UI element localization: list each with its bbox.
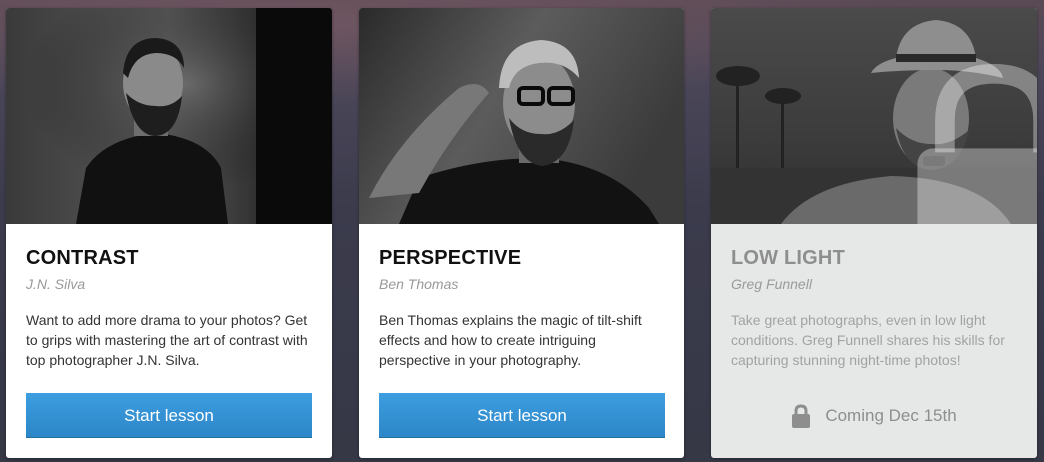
lesson-card-perspective: PERSPECTIVE Ben Thomas Ben Thomas explai…	[359, 8, 684, 458]
lesson-card-low-light: LOW LIGHT Greg Funnell Take great photog…	[711, 8, 1037, 458]
lesson-card-contrast: CONTRAST J.N. Silva Want to add more dra…	[6, 8, 332, 458]
lesson-title: LOW LIGHT	[731, 247, 845, 269]
lesson-description: Take great photographs, even in low ligh…	[731, 312, 1005, 368]
coming-soon-status: Coming Dec 15th	[731, 393, 1017, 438]
start-lesson-button[interactable]: Start lesson	[26, 393, 312, 438]
lesson-description: Want to add more drama to your photos? G…	[26, 312, 308, 368]
lesson-description: Ben Thomas explains the magic of tilt-sh…	[379, 312, 642, 368]
lesson-photo	[359, 8, 684, 224]
portrait-photo-icon	[359, 8, 684, 224]
lesson-title: CONTRAST	[26, 247, 139, 269]
portrait-photo-icon	[6, 8, 332, 224]
lesson-photo	[6, 8, 332, 224]
start-lesson-button[interactable]: Start lesson	[379, 393, 665, 438]
coming-soon-label: Coming Dec 15th	[825, 405, 957, 425]
lesson-author: Greg Funnell	[731, 276, 812, 292]
lesson-author: J.N. Silva	[26, 276, 86, 292]
lesson-photo	[711, 8, 1037, 224]
lock-overlay-icon	[917, 63, 1037, 224]
lesson-author: Ben Thomas	[379, 276, 459, 292]
lock-icon	[791, 403, 811, 428]
lesson-title: PERSPECTIVE	[379, 247, 522, 269]
